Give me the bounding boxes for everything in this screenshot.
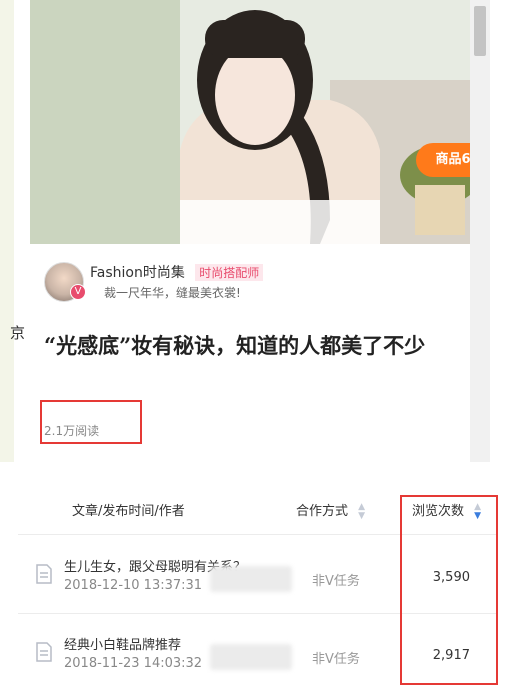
author-name-text[interactable]: Fashion时尚集 xyxy=(90,265,185,281)
document-icon xyxy=(36,642,52,662)
views-column-highlight xyxy=(400,495,498,685)
author-tag: 时尚搭配师 xyxy=(195,264,264,281)
document-icon xyxy=(36,564,52,584)
sort-icon[interactable]: ▲ ▼ xyxy=(358,502,365,521)
scrollbar[interactable] xyxy=(470,0,490,462)
blurred-author xyxy=(210,566,292,592)
scrollbar-thumb[interactable] xyxy=(474,6,486,56)
article-headline[interactable]: “光感底”妆有秘诀，知道的人都美了不少 xyxy=(44,330,454,362)
author-name[interactable]: Fashion时尚集 时尚搭配师 xyxy=(90,262,264,282)
article-card[interactable]: 商品6 V Fashion时尚集 时尚搭配师 裁一尺年华，缝最美衣裳! “光感底… xyxy=(30,0,490,462)
header-coop-label[interactable]: 合作方式 xyxy=(296,504,348,519)
left-edge: 京 xyxy=(0,0,30,462)
row-time: 2018-12-10 13:37:31 xyxy=(64,578,203,593)
verified-icon: V xyxy=(70,284,86,300)
row-time: 2018-11-23 14:03:32 xyxy=(64,656,203,671)
header-coop[interactable]: 合作方式 ▲ ▼ xyxy=(296,500,365,521)
row-coop: 非V任务 xyxy=(312,574,360,589)
author-bio: 裁一尺年华，缝最美衣裳! xyxy=(104,286,241,300)
left-edge-glyph: 京 xyxy=(10,324,26,342)
cover-image[interactable] xyxy=(30,0,470,244)
left-edge-panel xyxy=(0,0,14,462)
author-row[interactable]: V Fashion时尚集 时尚搭配师 裁一尺年华，缝最美衣裳! xyxy=(44,262,464,302)
header-article: 文章/发布时间/作者 xyxy=(72,504,185,519)
row-title[interactable]: 经典小白鞋品牌推荐 xyxy=(64,634,181,653)
cover-illustration xyxy=(30,0,470,244)
blurred-author xyxy=(210,644,292,670)
row-coop: 非V任务 xyxy=(312,652,360,667)
read-count: 2.1万阅读 xyxy=(44,424,100,438)
